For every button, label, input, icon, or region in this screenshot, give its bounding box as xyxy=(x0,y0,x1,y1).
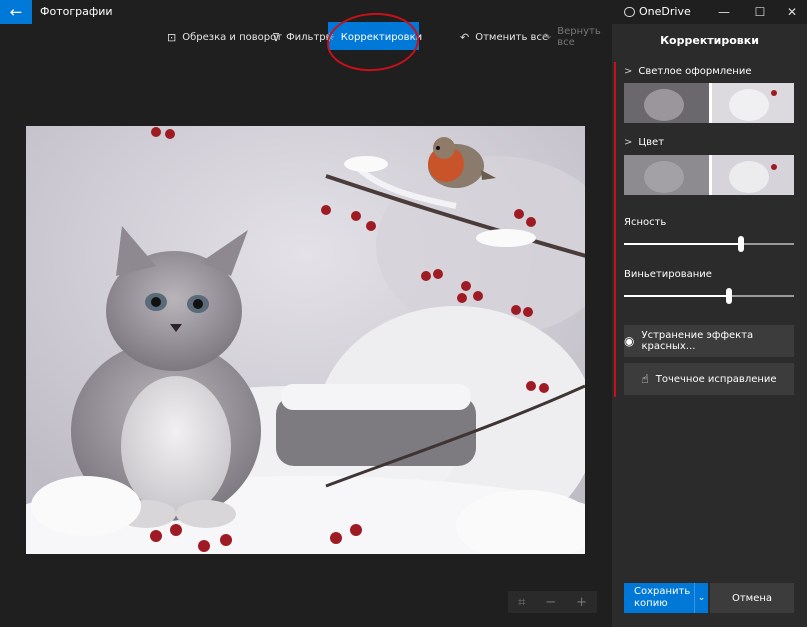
chevron-right-icon: > xyxy=(624,137,633,148)
color-section-label: Цвет xyxy=(638,137,665,148)
save-copy-button[interactable]: Сохранить копию xyxy=(624,583,694,613)
save-options-button[interactable]: ⌄ xyxy=(694,583,708,613)
panel-title: Корректировки xyxy=(660,34,759,47)
undo-all-label: Отменить все xyxy=(475,31,549,43)
title-bar: ← Фотографии OneDrive — ☐ ✕ xyxy=(0,0,807,24)
sun-icon: ☼ xyxy=(324,30,335,44)
zoom-controls: ⌗ − + xyxy=(508,591,597,613)
filter-icon: ⊽ xyxy=(272,30,281,44)
color-thumbnail-slider[interactable] xyxy=(624,155,794,195)
photo-illustration xyxy=(26,126,585,554)
vignette-label: Виньетирование xyxy=(624,269,712,280)
color-section-header[interactable]: > Цвет xyxy=(624,137,664,148)
edit-toolbar: ⊡ Обрезка и поворот ⊽ Фильтры ☼ Корректи… xyxy=(0,22,612,52)
redo-all-label: Вернуть все xyxy=(557,26,601,48)
fit-to-screen-icon[interactable]: ⌗ xyxy=(518,595,525,610)
onedrive-button[interactable]: OneDrive xyxy=(624,5,691,18)
app-title: Фотографии xyxy=(40,5,113,18)
undo-icon: ↶ xyxy=(460,30,470,44)
tab-adjustments-label: Корректировки xyxy=(340,31,423,43)
tab-adjustments[interactable]: ☼ Корректировки xyxy=(324,22,423,52)
close-button[interactable]: ✕ xyxy=(774,0,807,24)
spot-fix-button[interactable]: ☝ Точечное исправление xyxy=(624,363,794,395)
tab-crop-label: Обрезка и поворот xyxy=(182,31,283,43)
undo-all-button[interactable]: ↶ Отменить все xyxy=(460,24,548,50)
maximize-button[interactable]: ☐ xyxy=(742,0,778,24)
light-thumbnail-slider[interactable] xyxy=(624,83,794,123)
zoom-out-icon[interactable]: − xyxy=(545,595,556,610)
cancel-button[interactable]: Отмена xyxy=(710,583,794,613)
clarity-label: Ясность xyxy=(624,217,667,228)
redo-all-button[interactable]: ↷ Вернуть все xyxy=(542,24,612,50)
hand-icon: ☝ xyxy=(641,372,649,386)
minimize-button[interactable]: — xyxy=(706,0,742,24)
light-section-header[interactable]: > Светлое оформление xyxy=(624,66,752,77)
clarity-slider[interactable] xyxy=(624,236,794,252)
color-marker[interactable] xyxy=(709,155,712,195)
clarity-fill xyxy=(624,243,741,245)
back-arrow-icon: ← xyxy=(9,3,23,21)
vignette-slider[interactable] xyxy=(624,288,794,304)
zoom-in-icon[interactable]: + xyxy=(576,595,587,610)
save-copy-label: Сохранить копию xyxy=(634,586,690,610)
crop-icon: ⊡ xyxy=(167,30,177,44)
photo-canvas: ⌗ − + xyxy=(0,50,612,627)
tab-crop-rotate[interactable]: ⊡ Обрезка и поворот xyxy=(167,24,282,50)
eye-icon: ◉ xyxy=(624,334,635,348)
cloud-icon xyxy=(624,6,635,17)
save-copy-line1: Сохранить xyxy=(634,586,691,597)
clarity-thumb[interactable] xyxy=(738,236,744,252)
vignette-fill xyxy=(624,295,729,297)
chevron-right-icon: > xyxy=(624,66,633,77)
light-section-label: Светлое оформление xyxy=(638,66,752,77)
spot-fix-label: Точечное исправление xyxy=(655,373,777,385)
light-marker[interactable] xyxy=(709,83,712,123)
vignette-thumb[interactable] xyxy=(726,288,732,304)
back-button[interactable]: ← xyxy=(0,0,32,24)
red-eye-label: Устранение эффекта красных... xyxy=(641,330,754,352)
adjustments-panel: Корректировки > Светлое оформление > Цве… xyxy=(612,24,807,627)
red-eye-button[interactable]: ◉ Устранение эффекта красных... xyxy=(624,325,794,357)
edited-photo[interactable] xyxy=(26,126,585,554)
redo-icon: ↷ xyxy=(542,30,552,44)
chevron-down-icon: ⌄ xyxy=(697,593,706,603)
save-copy-line2: копию xyxy=(634,598,668,609)
onedrive-label: OneDrive xyxy=(639,5,691,18)
